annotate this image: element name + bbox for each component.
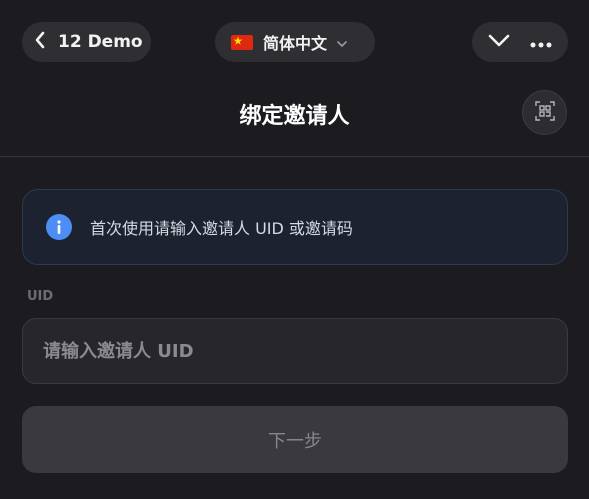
back-label: 12 Demo (58, 32, 143, 52)
top-bar: 12 Demo 简体中文 (0, 0, 589, 84)
chevron-down-icon (337, 33, 347, 52)
collapse-chevron-icon[interactable] (488, 33, 510, 52)
back-chevron-icon (34, 31, 46, 53)
next-button[interactable]: 下一步 (22, 406, 568, 473)
scan-button[interactable] (522, 90, 567, 135)
language-label: 简体中文 (263, 34, 328, 53)
page-title: 绑定邀请人 (239, 104, 350, 129)
uid-label: UID (27, 289, 54, 304)
uid-input[interactable] (22, 318, 568, 384)
window-controls (472, 22, 568, 62)
info-notice: 首次使用请输入邀请人 UID 或邀请码 (22, 189, 568, 265)
notice-text: 首次使用请输入邀请人 UID 或邀请码 (90, 219, 353, 238)
info-icon (46, 214, 72, 240)
language-selector[interactable]: 简体中文 (215, 22, 375, 62)
more-dots-icon[interactable] (530, 33, 552, 52)
back-button[interactable]: 12 Demo (22, 22, 151, 62)
qr-scan-icon (534, 100, 555, 125)
title-bar: 绑定邀请人 (0, 84, 589, 157)
china-flag-icon (231, 34, 253, 50)
